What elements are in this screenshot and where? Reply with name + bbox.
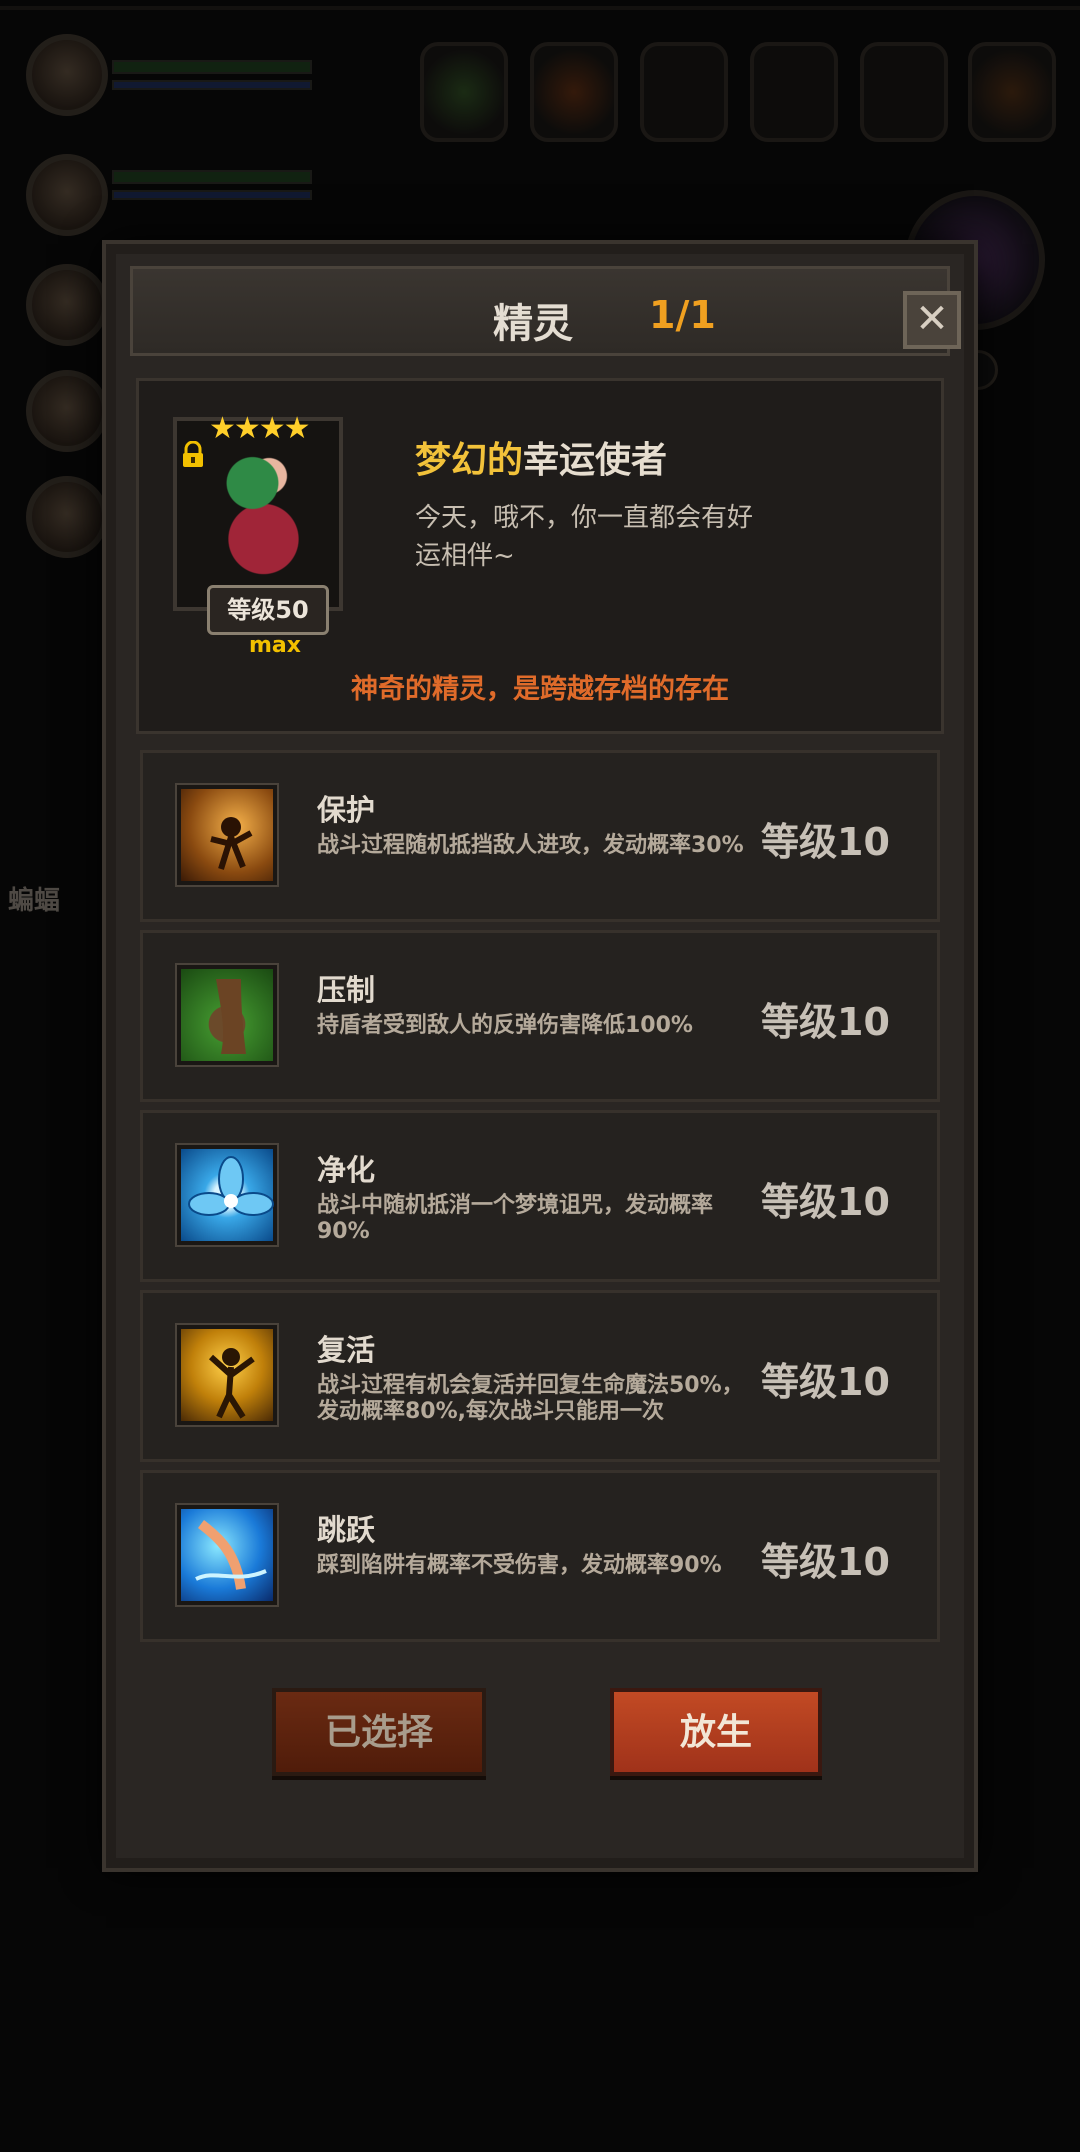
max-level-label: max — [249, 633, 301, 658]
selected-button[interactable]: 已选择 — [272, 1688, 486, 1776]
release-button[interactable]: 放生 — [610, 1688, 822, 1776]
item-slot-potion[interactable] — [530, 42, 618, 142]
hero-mp-bar-1 — [112, 80, 312, 90]
pet-name-main: 幸运使者 — [523, 440, 668, 481]
skill-row-purify[interactable]: 净化 战斗中随机抵消一个梦境诅咒，发动概率90% 等级10 — [140, 1110, 940, 1282]
item-slot-empty-1[interactable] — [640, 42, 728, 142]
item-slot-key[interactable] — [968, 42, 1056, 142]
purify-icon — [177, 1145, 277, 1245]
item-slot-leaf[interactable] — [420, 42, 508, 142]
pet-name: 梦幻的幸运使者 — [415, 431, 667, 483]
hero-hp-bar-2 — [112, 170, 312, 184]
skill-description: 战斗中随机抵消一个梦境诅咒，发动概率90% — [317, 1193, 714, 1244]
top-divider — [0, 6, 1080, 10]
skill-row-jump[interactable]: 跳跃 踩到陷阱有概率不受伤害，发动概率90% 等级10 — [140, 1470, 940, 1642]
pet-info-panel: ★★★★ 等级50 max 梦幻的幸运使者 今天，哦不，你一直都会有好运相伴~ … — [136, 378, 944, 734]
pet-count: 1/1 — [649, 293, 716, 337]
skill-description: 踩到陷阱有概率不受伤害，发动概率90% — [317, 1553, 722, 1578]
hero-portrait-2[interactable] — [26, 154, 108, 236]
enemy-label: 蝙蝠 — [8, 886, 61, 916]
skill-name: 复活 — [317, 1333, 376, 1367]
pet-portrait — [203, 441, 313, 581]
skill-name: 净化 — [317, 1153, 376, 1187]
skill-row-revive[interactable]: 复活 战斗过程有机会复活并回复生命魔法50%，发动概率80%,每次战斗只能用一次… — [140, 1290, 940, 1462]
skill-row-suppress[interactable]: 压制 持盾者受到敌人的反弹伤害降低100% 等级10 — [140, 930, 940, 1102]
close-icon: ✕ — [915, 296, 949, 342]
skill-level: 等级10 — [761, 1000, 890, 1044]
skill-name: 压制 — [317, 973, 376, 1007]
hero-portrait-4[interactable] — [26, 370, 108, 452]
star-rating: ★★★★ — [209, 411, 311, 446]
pet-level-badge: 等级50 — [207, 585, 329, 635]
skill-description: 战斗过程有机会复活并回复生命魔法50%，发动概率80%,每次战斗只能用一次 — [317, 1373, 744, 1424]
skill-level: 等级10 — [761, 1360, 890, 1404]
dialog-header: 精灵 1/1 ✕ — [130, 266, 961, 356]
hero-portrait-3[interactable] — [26, 264, 108, 346]
skill-description: 战斗过程随机抵挡敌人进攻，发动概率30% — [317, 833, 744, 858]
hero-hp-bar-1 — [112, 60, 312, 74]
hero-portrait-5[interactable] — [26, 476, 108, 558]
hero-mp-bar-2 — [112, 190, 312, 200]
pet-description: 今天，哦不，你一直都会有好运相伴~ — [415, 503, 754, 571]
item-slot-empty-2[interactable] — [750, 42, 838, 142]
revive-icon — [177, 1325, 277, 1425]
protection-icon — [177, 785, 277, 885]
dialog-title: 精灵 — [493, 301, 573, 347]
skill-description: 持盾者受到敌人的反弹伤害降低100% — [317, 1013, 693, 1038]
pet-name-prefix: 梦幻的 — [415, 440, 524, 481]
skill-name: 跳跃 — [317, 1513, 376, 1547]
hero-portrait-1[interactable] — [26, 34, 108, 116]
skill-level: 等级10 — [761, 1180, 890, 1224]
lock-icon — [183, 441, 203, 467]
skill-level: 等级10 — [761, 820, 890, 864]
skill-level: 等级10 — [761, 1540, 890, 1584]
jump-icon — [177, 1505, 277, 1605]
item-slot-empty-3[interactable] — [860, 42, 948, 142]
suppress-icon — [177, 965, 277, 1065]
close-button[interactable]: ✕ — [903, 291, 961, 349]
skill-name: 保护 — [317, 793, 376, 827]
pet-dialog: 精灵 1/1 ✕ ★★★★ 等级50 max 梦幻的幸运使者 今天，哦不，你一直… — [106, 244, 974, 1868]
skill-list: 保护 战斗过程随机抵挡敌人进攻，发动概率30% 等级10 压制 持盾者受到敌人的… — [140, 750, 940, 1650]
pet-note: 神奇的精灵，是跨越存档的存在 — [351, 674, 729, 705]
skill-row-protection[interactable]: 保护 战斗过程随机抵挡敌人进攻，发动概率30% 等级10 — [140, 750, 940, 922]
